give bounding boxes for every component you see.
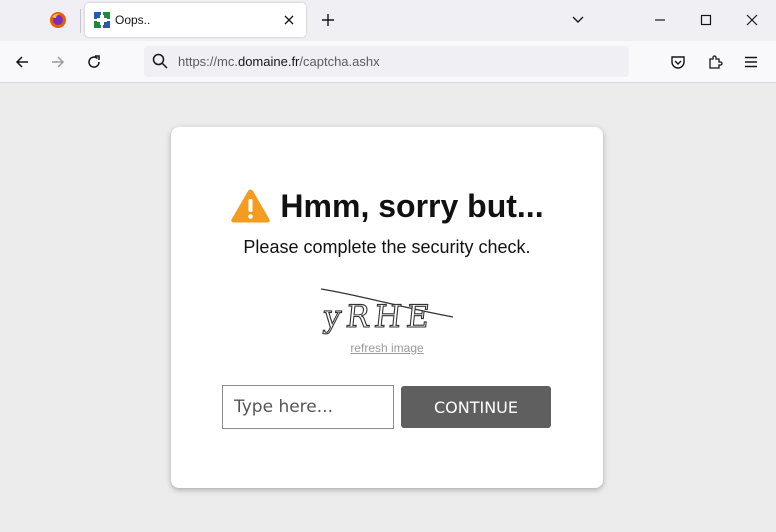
close-icon — [746, 14, 758, 26]
instruction-text: Please complete the security check. — [243, 237, 531, 257]
tab-bar: Oops.. — [0, 0, 776, 41]
continue-button[interactable]: CONTINUE — [401, 386, 551, 428]
navigation-bar: https://mc.domaine.fr/captcha.ashx — [0, 41, 776, 83]
captcha-text: yRHE — [321, 299, 436, 335]
search-icon — [152, 53, 168, 69]
firefox-icon — [50, 12, 66, 28]
back-button[interactable] — [10, 50, 34, 74]
url-text: https://mc.domaine.fr/captcha.ashx — [178, 54, 380, 69]
chevron-down-icon — [572, 16, 584, 23]
pocket-icon — [671, 56, 685, 69]
heading-row: Hmm, sorry but... — [171, 187, 603, 225]
tab-title: Oops.. — [115, 13, 151, 27]
captcha-input[interactable] — [222, 385, 394, 429]
minimize-button[interactable] — [648, 8, 672, 32]
page-title: Hmm, sorry but... — [280, 187, 544, 224]
pocket-button[interactable] — [666, 50, 690, 74]
list-all-tabs-button[interactable] — [568, 10, 588, 30]
tab-separator — [80, 9, 81, 33]
hamburger-menu-icon — [745, 56, 757, 68]
reload-icon — [88, 55, 100, 68]
address-bar[interactable]: https://mc.domaine.fr/captcha.ashx — [144, 46, 629, 77]
page-viewport: Hmm, sorry but... Please complete the se… — [0, 83, 776, 532]
site-favicon-icon — [94, 12, 110, 28]
url-path: /captcha.ashx — [299, 54, 380, 69]
security-check-card: Hmm, sorry but... Please complete the se… — [171, 127, 603, 488]
maximize-button[interactable] — [694, 8, 718, 32]
firefox-view-button[interactable] — [46, 9, 70, 31]
plus-icon — [322, 14, 334, 26]
url-host: domaine.fr — [237, 54, 300, 69]
reload-button[interactable] — [82, 50, 106, 74]
browser-tab[interactable]: Oops.. — [85, 3, 306, 37]
close-icon — [284, 15, 294, 25]
warning-icon — [231, 189, 271, 223]
arrow-left-icon — [15, 56, 28, 68]
close-tab-button[interactable] — [280, 11, 298, 29]
refresh-image-link[interactable]: refresh image — [171, 341, 603, 355]
maximize-icon — [700, 14, 712, 26]
extensions-button[interactable] — [703, 50, 727, 74]
captcha-image: yRHE — [320, 288, 454, 336]
new-tab-button[interactable] — [318, 10, 338, 30]
url-prefix: https://mc. — [178, 54, 238, 69]
arrow-right-icon — [52, 56, 65, 68]
close-window-button[interactable] — [740, 8, 764, 32]
puzzle-icon — [709, 55, 723, 69]
app-menu-button[interactable] — [739, 50, 763, 74]
minimize-icon — [655, 19, 665, 21]
forward-button[interactable] — [46, 50, 70, 74]
